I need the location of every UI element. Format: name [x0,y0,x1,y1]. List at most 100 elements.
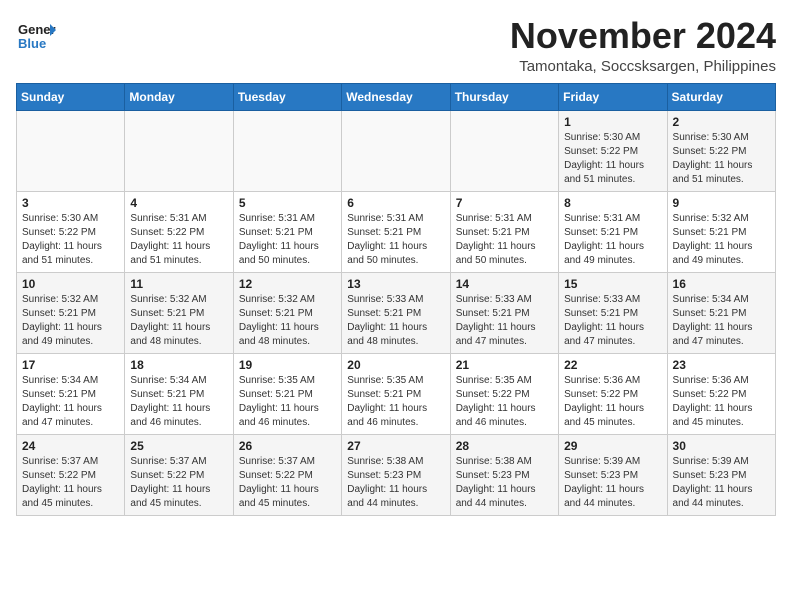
logo-icon: General Blue [16,16,48,48]
calendar-table: SundayMondayTuesdayWednesdayThursdayFrid… [16,83,776,516]
day-info: Sunrise: 5:31 AMSunset: 5:21 PMDaylight:… [564,212,661,268]
day-number: 5 [239,196,336,210]
week-row-3: 10 Sunrise: 5:32 AMSunset: 5:21 PMDayligh… [17,272,776,353]
location-subtitle: Tamontaka, Soccsksargen, Philippines [510,58,776,75]
day-number: 1 [564,115,661,129]
calendar-cell: 7 Sunrise: 5:31 AMSunset: 5:21 PMDaylight… [450,191,558,272]
day-number: 27 [347,439,444,453]
day-number: 26 [239,439,336,453]
day-number: 4 [130,196,227,210]
calendar-cell: 17Sunrise: 5:34 AMSunset: 5:21 PMDayligh… [17,353,125,434]
day-number: 12 [239,277,336,291]
calendar-cell [125,110,233,191]
day-number: 25 [130,439,227,453]
calendar-cell: 24 Sunrise: 5:37 AMSunset: 5:22 PMDayligh… [17,434,125,515]
calendar-cell: 3 Sunrise: 5:30 AMSunset: 5:22 PMDaylight… [17,191,125,272]
calendar-cell: 4 Sunrise: 5:31 AMSunset: 5:22 PMDaylight… [125,191,233,272]
calendar-cell [233,110,341,191]
calendar-cell: 27 Sunrise: 5:38 AMSunset: 5:23 PMDayligh… [342,434,450,515]
day-number: 16 [673,277,770,291]
calendar-cell: 15 Sunrise: 5:33 AMSunset: 5:21 PMDayligh… [559,272,667,353]
calendar-cell [450,110,558,191]
day-info: Sunrise: 5:32 AMSunset: 5:21 PMDaylight:… [673,212,770,268]
day-info: Sunrise: 5:38 AMSunset: 5:23 PMDaylight:… [347,455,444,511]
weekday-header-monday: Monday [125,83,233,110]
calendar-cell: 18 Sunrise: 5:34 AMSunset: 5:21 PMDayligh… [125,353,233,434]
svg-text:Blue: Blue [18,36,46,51]
calendar-cell: 25 Sunrise: 5:37 AMSunset: 5:22 PMDayligh… [125,434,233,515]
day-info: Sunrise: 5:33 AMSunset: 5:21 PMDaylight:… [347,293,444,349]
calendar-cell: 19 Sunrise: 5:35 AMSunset: 5:21 PMDayligh… [233,353,341,434]
day-number: 8 [564,196,661,210]
calendar-cell: 11 Sunrise: 5:32 AMSunset: 5:21 PMDayligh… [125,272,233,353]
calendar-cell: 23Sunrise: 5:36 AMSunset: 5:22 PMDayligh… [667,353,775,434]
day-info: Sunrise: 5:33 AMSunset: 5:21 PMDaylight:… [564,293,661,349]
title-block: November 2024 Tamontaka, Soccsksargen, P… [510,16,776,75]
day-info: Sunrise: 5:34 AMSunset: 5:21 PMDaylight:… [673,293,770,349]
day-number: 6 [347,196,444,210]
day-number: 2 [673,115,770,129]
calendar-cell: 5 Sunrise: 5:31 AMSunset: 5:21 PMDaylight… [233,191,341,272]
calendar-cell: 1 Sunrise: 5:30 AMSunset: 5:22 PMDaylight… [559,110,667,191]
day-info: Sunrise: 5:32 AMSunset: 5:21 PMDaylight:… [22,293,119,349]
week-row-4: 17Sunrise: 5:34 AMSunset: 5:21 PMDayligh… [17,353,776,434]
week-row-5: 24 Sunrise: 5:37 AMSunset: 5:22 PMDayligh… [17,434,776,515]
day-info: Sunrise: 5:31 AMSunset: 5:21 PMDaylight:… [456,212,553,268]
day-info: Sunrise: 5:38 AMSunset: 5:23 PMDaylight:… [456,455,553,511]
day-info: Sunrise: 5:30 AMSunset: 5:22 PMDaylight:… [564,131,661,187]
day-info: Sunrise: 5:30 AMSunset: 5:22 PMDaylight:… [673,131,770,187]
calendar-cell [17,110,125,191]
calendar-cell: 2 Sunrise: 5:30 AMSunset: 5:22 PMDaylight… [667,110,775,191]
calendar-cell: 26Sunrise: 5:37 AMSunset: 5:22 PMDayligh… [233,434,341,515]
calendar-cell: 10 Sunrise: 5:32 AMSunset: 5:21 PMDayligh… [17,272,125,353]
calendar-cell: 8 Sunrise: 5:31 AMSunset: 5:21 PMDaylight… [559,191,667,272]
weekday-header-saturday: Saturday [667,83,775,110]
logo: General Blue [16,16,48,48]
day-info: Sunrise: 5:31 AMSunset: 5:21 PMDaylight:… [239,212,336,268]
day-info: Sunrise: 5:39 AMSunset: 5:23 PMDaylight:… [673,455,770,511]
day-info: Sunrise: 5:37 AMSunset: 5:22 PMDaylight:… [130,455,227,511]
day-info: Sunrise: 5:36 AMSunset: 5:22 PMDaylight:… [673,374,770,430]
day-info: Sunrise: 5:34 AMSunset: 5:21 PMDaylight:… [130,374,227,430]
calendar-cell: 6 Sunrise: 5:31 AMSunset: 5:21 PMDaylight… [342,191,450,272]
day-number: 3 [22,196,119,210]
calendar-cell: 9Sunrise: 5:32 AMSunset: 5:21 PMDaylight… [667,191,775,272]
day-number: 22 [564,358,661,372]
day-number: 18 [130,358,227,372]
day-info: Sunrise: 5:36 AMSunset: 5:22 PMDaylight:… [564,374,661,430]
day-info: Sunrise: 5:37 AMSunset: 5:22 PMDaylight:… [22,455,119,511]
weekday-header-row: SundayMondayTuesdayWednesdayThursdayFrid… [17,83,776,110]
calendar-cell: 16 Sunrise: 5:34 AMSunset: 5:21 PMDayligh… [667,272,775,353]
day-info: Sunrise: 5:31 AMSunset: 5:22 PMDaylight:… [130,212,227,268]
day-number: 19 [239,358,336,372]
week-row-2: 3 Sunrise: 5:30 AMSunset: 5:22 PMDaylight… [17,191,776,272]
day-number: 24 [22,439,119,453]
day-info: Sunrise: 5:35 AMSunset: 5:22 PMDaylight:… [456,374,553,430]
calendar-cell: 21 Sunrise: 5:35 AMSunset: 5:22 PMDayligh… [450,353,558,434]
calendar-cell: 30 Sunrise: 5:39 AMSunset: 5:23 PMDayligh… [667,434,775,515]
calendar-cell: 22 Sunrise: 5:36 AMSunset: 5:22 PMDayligh… [559,353,667,434]
weekday-header-wednesday: Wednesday [342,83,450,110]
day-number: 30 [673,439,770,453]
day-number: 28 [456,439,553,453]
day-info: Sunrise: 5:32 AMSunset: 5:21 PMDaylight:… [239,293,336,349]
day-number: 21 [456,358,553,372]
calendar-cell: 12 Sunrise: 5:32 AMSunset: 5:21 PMDayligh… [233,272,341,353]
day-info: Sunrise: 5:32 AMSunset: 5:21 PMDaylight:… [130,293,227,349]
month-title: November 2024 [510,16,776,56]
day-info: Sunrise: 5:30 AMSunset: 5:22 PMDaylight:… [22,212,119,268]
day-number: 13 [347,277,444,291]
day-number: 20 [347,358,444,372]
calendar-cell: 14Sunrise: 5:33 AMSunset: 5:21 PMDayligh… [450,272,558,353]
day-info: Sunrise: 5:39 AMSunset: 5:23 PMDaylight:… [564,455,661,511]
day-number: 10 [22,277,119,291]
day-info: Sunrise: 5:35 AMSunset: 5:21 PMDaylight:… [239,374,336,430]
day-info: Sunrise: 5:31 AMSunset: 5:21 PMDaylight:… [347,212,444,268]
day-number: 15 [564,277,661,291]
day-number: 11 [130,277,227,291]
day-info: Sunrise: 5:34 AMSunset: 5:21 PMDaylight:… [22,374,119,430]
day-info: Sunrise: 5:35 AMSunset: 5:21 PMDaylight:… [347,374,444,430]
weekday-header-thursday: Thursday [450,83,558,110]
day-number: 7 [456,196,553,210]
day-info: Sunrise: 5:33 AMSunset: 5:21 PMDaylight:… [456,293,553,349]
